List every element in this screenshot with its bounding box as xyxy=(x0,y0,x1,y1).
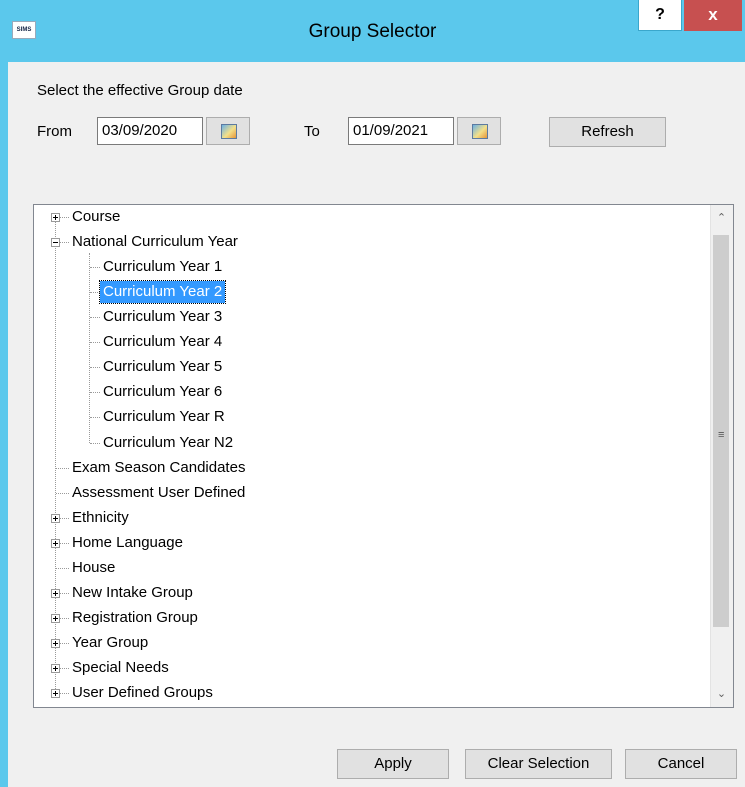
tree-node-curriculum-year-5[interactable]: Curriculum Year 5 xyxy=(100,356,225,378)
tree-node-special-needs[interactable]: Special Needs xyxy=(69,657,172,679)
clear-selection-button[interactable]: Clear Selection xyxy=(465,749,612,779)
tree-connector xyxy=(89,253,90,443)
apply-button[interactable]: Apply xyxy=(337,749,449,779)
expand-icon[interactable] xyxy=(51,614,60,623)
refresh-button[interactable]: Refresh xyxy=(549,117,666,147)
tree-node-home-language[interactable]: Home Language xyxy=(69,532,186,554)
expand-icon[interactable] xyxy=(51,689,60,698)
tree-node-national-curriculum-year[interactable]: National Curriculum Year xyxy=(69,231,241,253)
tree-scrollbar[interactable]: ⌃ ≡ ⌄ xyxy=(710,205,733,707)
tree-node-assessment-user-defined[interactable]: Assessment User Defined xyxy=(69,482,248,504)
expand-icon[interactable] xyxy=(51,539,60,548)
tree-node-curriculum-year-3[interactable]: Curriculum Year 3 xyxy=(100,306,225,328)
calendar-icon xyxy=(221,124,237,139)
chevron-up-icon[interactable]: ⌃ xyxy=(711,207,732,229)
tree-node-house[interactable]: House xyxy=(69,557,118,579)
tree-node-curriculum-year-1[interactable]: Curriculum Year 1 xyxy=(100,256,225,278)
date-prompt: Select the effective Group date xyxy=(37,82,243,99)
group-tree[interactable]: Course National Curriculum Year Curricul… xyxy=(33,204,734,708)
tree-node-year-group[interactable]: Year Group xyxy=(69,632,151,654)
expand-icon[interactable] xyxy=(51,589,60,598)
calendar-icon xyxy=(472,124,488,139)
tree-node-ethnicity[interactable]: Ethnicity xyxy=(69,507,132,529)
window-title: Group Selector xyxy=(308,21,437,42)
tree-node-new-intake-group[interactable]: New Intake Group xyxy=(69,582,196,604)
help-button[interactable]: ? xyxy=(638,0,682,31)
from-date-input[interactable]: 03/09/2020 xyxy=(97,117,203,145)
from-calendar-button[interactable] xyxy=(206,117,250,145)
tree-node-curriculum-year-2[interactable]: Curriculum Year 2 xyxy=(98,280,227,304)
collapse-icon[interactable] xyxy=(51,238,60,247)
scrollbar-thumb[interactable]: ≡ xyxy=(713,235,729,627)
from-label: From xyxy=(37,123,72,140)
title-bar[interactable]: SIMS Group Selector ? x xyxy=(0,0,745,62)
to-calendar-button[interactable] xyxy=(457,117,501,145)
tree-node-course[interactable]: Course xyxy=(69,206,123,228)
expand-icon[interactable] xyxy=(51,213,60,222)
chevron-down-icon[interactable]: ⌄ xyxy=(711,683,732,705)
expand-icon[interactable] xyxy=(51,514,60,523)
expand-icon[interactable] xyxy=(51,664,60,673)
close-button[interactable]: x xyxy=(684,0,742,31)
tree-node-curriculum-year-r[interactable]: Curriculum Year R xyxy=(100,406,228,428)
tree-node-registration-group[interactable]: Registration Group xyxy=(69,607,201,629)
tree-node-curriculum-year-n2[interactable]: Curriculum Year N2 xyxy=(100,432,236,454)
tree-node-exam-season-candidates[interactable]: Exam Season Candidates xyxy=(69,457,248,479)
cancel-button[interactable]: Cancel xyxy=(625,749,737,779)
tree-node-curriculum-year-4[interactable]: Curriculum Year 4 xyxy=(100,331,225,353)
to-label: To xyxy=(304,123,320,140)
grip-icon: ≡ xyxy=(718,429,725,441)
dialog-body: Select the effective Group date From 03/… xyxy=(8,62,745,787)
tree-node-user-defined-groups[interactable]: User Defined Groups xyxy=(69,682,216,704)
to-date-input[interactable]: 01/09/2021 xyxy=(348,117,454,145)
expand-icon[interactable] xyxy=(51,639,60,648)
tree-node-curriculum-year-6[interactable]: Curriculum Year 6 xyxy=(100,381,225,403)
